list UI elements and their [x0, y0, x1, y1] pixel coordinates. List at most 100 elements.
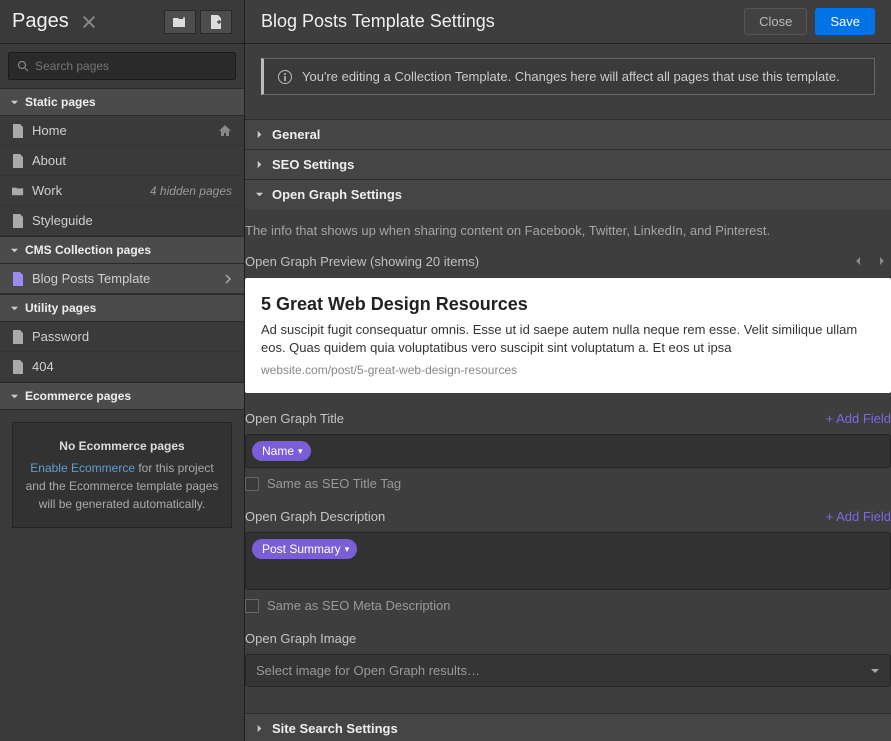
field-chip-name[interactable]: Name ▾ [252, 441, 311, 461]
header-tools [164, 10, 232, 34]
page-item-home[interactable]: Home [0, 116, 244, 146]
search-wrap [0, 44, 244, 88]
section-label: CMS Collection pages [25, 243, 151, 257]
accordion-seo[interactable]: SEO Settings [245, 149, 891, 179]
content: You're editing a Collection Template. Ch… [245, 44, 891, 119]
og-preview-card: 5 Great Web Design Resources Ad suscipit… [245, 278, 891, 393]
page-icon [12, 330, 24, 344]
section-ecommerce-pages[interactable]: Ecommerce pages [0, 382, 244, 410]
save-button[interactable]: Save [815, 8, 875, 35]
page-icon [12, 124, 24, 138]
select-placeholder: Select image for Open Graph results… [256, 663, 480, 678]
preview-prev-button[interactable] [849, 252, 867, 270]
section-label: Utility pages [25, 301, 96, 315]
section-label: Ecommerce pages [25, 389, 131, 403]
close-icon[interactable] [81, 14, 97, 30]
page-icon [12, 272, 24, 286]
template-notice: You're editing a Collection Template. Ch… [261, 58, 875, 95]
page-label: Styleguide [32, 213, 93, 228]
pages-panel: Pages Static pages Home About [0, 0, 245, 741]
og-desc-label-row: Open Graph Description + Add Field [245, 509, 891, 524]
og-preview-desc: Ad suscipit fugit consequatur omnis. Ess… [261, 321, 875, 357]
page-label: 404 [32, 359, 54, 374]
og-image-select[interactable]: Select image for Open Graph results… [245, 654, 891, 687]
enable-ecommerce-link[interactable]: Enable Ecommerce [30, 461, 135, 475]
sidebar-header: Pages [0, 0, 244, 44]
page-item-blog-posts-template[interactable]: Blog Posts Template [0, 264, 244, 294]
ecommerce-empty-state: No Ecommerce pages Enable Ecommerce for … [12, 422, 232, 528]
chevron-down-icon [870, 666, 880, 676]
folder-icon [12, 184, 24, 198]
og-preview-header: Open Graph Preview (showing 20 items) [245, 252, 891, 270]
checkbox-label: Same as SEO Title Tag [267, 476, 401, 491]
caret-right-icon [255, 724, 264, 733]
new-page-button[interactable] [200, 10, 232, 34]
accordion-site-search[interactable]: Site Search Settings [245, 713, 891, 741]
page-item-about[interactable]: About [0, 146, 244, 176]
page-label: Password [32, 329, 89, 344]
section-cms-pages[interactable]: CMS Collection pages [0, 236, 244, 264]
close-button[interactable]: Close [744, 8, 807, 35]
same-as-seo-desc-row: Same as SEO Meta Description [245, 598, 891, 613]
notice-text: You're editing a Collection Template. Ch… [302, 69, 840, 84]
checkbox-label: Same as SEO Meta Description [267, 598, 451, 613]
page-item-styleguide[interactable]: Styleguide [0, 206, 244, 236]
page-item-work[interactable]: Work 4 hidden pages [0, 176, 244, 206]
og-image-label-row: Open Graph Image [245, 631, 891, 646]
preview-next-button[interactable] [873, 252, 891, 270]
section-label: Static pages [25, 95, 96, 109]
search-box[interactable] [8, 52, 236, 80]
main-header: Blog Posts Template Settings Close Save [245, 0, 891, 44]
page-item-password[interactable]: Password [0, 322, 244, 352]
info-icon [278, 70, 292, 84]
page-icon [12, 360, 24, 374]
page-icon [12, 154, 24, 168]
same-as-seo-title-checkbox[interactable] [245, 477, 259, 491]
new-folder-button[interactable] [164, 10, 196, 34]
page-label: Home [32, 123, 67, 138]
same-as-seo-desc-checkbox[interactable] [245, 599, 259, 613]
page-label: Blog Posts Template [32, 271, 150, 286]
caret-right-icon [255, 130, 264, 139]
caret-down-icon [10, 98, 19, 107]
chevron-right-icon [224, 274, 232, 284]
search-icon [17, 60, 29, 72]
add-field-button[interactable]: + Add Field [826, 411, 891, 426]
og-desc-input[interactable]: Post Summary ▾ [245, 532, 891, 590]
section-utility-pages[interactable]: Utility pages [0, 294, 244, 322]
settings-panel: Blog Posts Template Settings Close Save … [245, 0, 891, 741]
og-title-label: Open Graph Title [245, 411, 344, 426]
accordion-label: Site Search Settings [272, 721, 398, 736]
og-image-label: Open Graph Image [245, 631, 356, 646]
accordion-label: General [272, 127, 320, 142]
hidden-pages-meta: 4 hidden pages [150, 184, 232, 198]
page-item-404[interactable]: 404 [0, 352, 244, 382]
og-preview-label: Open Graph Preview (showing 20 items) [245, 254, 479, 269]
og-title-label-row: Open Graph Title + Add Field [245, 411, 891, 426]
accordion-label: Open Graph Settings [272, 187, 402, 202]
caret-down-icon [10, 392, 19, 401]
page-label: Work [32, 183, 62, 198]
add-field-button[interactable]: + Add Field [826, 509, 891, 524]
page-title: Blog Posts Template Settings [261, 11, 495, 32]
accordion-label: SEO Settings [272, 157, 354, 172]
chip-label: Name [262, 444, 294, 458]
same-as-seo-title-row: Same as SEO Title Tag [245, 476, 891, 491]
field-chip-post-summary[interactable]: Post Summary ▾ [252, 539, 357, 559]
search-input[interactable] [35, 59, 227, 73]
empty-title: No Ecommerce pages [23, 437, 221, 455]
og-title-input[interactable]: Name ▾ [245, 434, 891, 468]
og-desc-label: Open Graph Description [245, 509, 385, 524]
og-preview-url: website.com/post/5-great-web-design-reso… [261, 363, 875, 377]
page-icon [12, 214, 24, 228]
home-icon [218, 124, 232, 138]
accordion-open-graph[interactable]: Open Graph Settings [245, 179, 891, 209]
chip-label: Post Summary [262, 542, 341, 556]
caret-down-icon [10, 246, 19, 255]
section-static-pages[interactable]: Static pages [0, 88, 244, 116]
caret-right-icon [255, 160, 264, 169]
og-section-body: The info that shows up when sharing cont… [245, 209, 891, 713]
page-label: About [32, 153, 66, 168]
accordion-general[interactable]: General [245, 119, 891, 149]
chevron-down-icon: ▾ [298, 446, 303, 457]
